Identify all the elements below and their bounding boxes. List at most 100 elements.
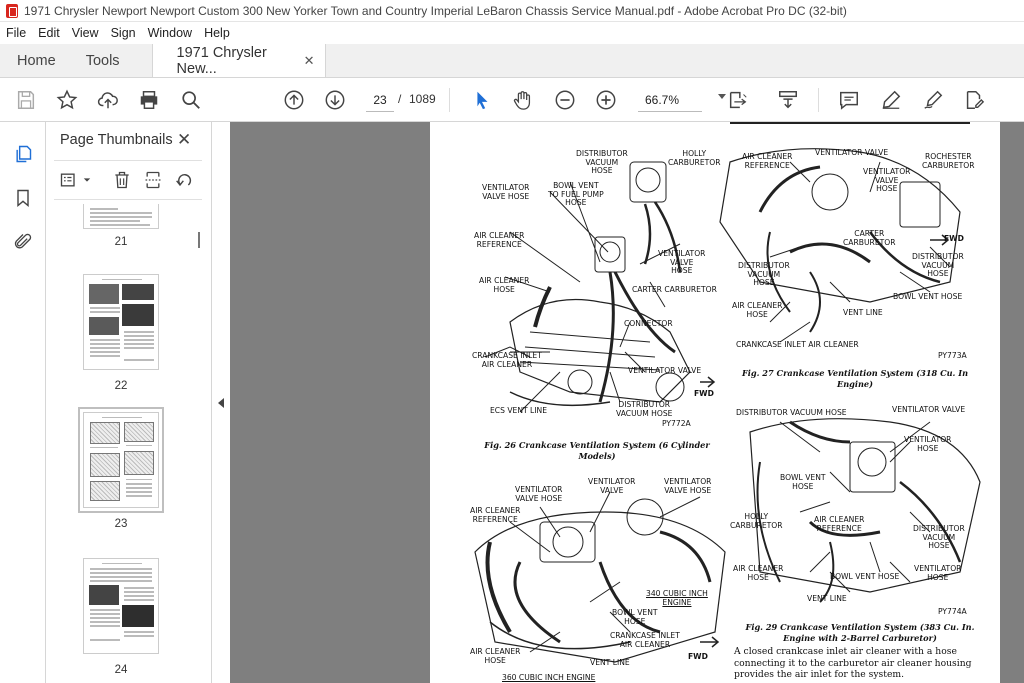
label-fig28-ventilator-valve-hose-right: VENTILATOR VALVE HOSE — [664, 477, 712, 495]
tab-home[interactable]: Home — [0, 44, 70, 77]
document-page: DISTRIBUTOR VACUUM HOSE HOLLY CARBURETOR… — [430, 122, 1000, 683]
label-fig27-fwd: FWD — [944, 234, 964, 243]
thumbnail-options-icon[interactable] — [58, 169, 80, 191]
thumbnail-list: 21 22 23 24 — [46, 204, 212, 683]
label-ventilator-valve-hose: VENTILATOR VALVE HOSE — [482, 183, 530, 201]
save-icon[interactable] — [14, 88, 38, 112]
label-fig26-code: PY772A — [662, 419, 691, 428]
menu-help[interactable]: Help — [198, 26, 236, 40]
thumbnail-label-23: 23 — [114, 518, 128, 530]
panel-title: Page Thumbnails — [60, 132, 173, 148]
label-fig28-ventilator-valve: VENTILATOR VALVE — [588, 477, 636, 495]
engine-diagrams — [474, 148, 981, 663]
label-ventilator-valve-hose-right: VENTILATOR VALVE HOSE — [658, 249, 706, 275]
thumbnail-page-22[interactable] — [83, 274, 159, 370]
tab-document[interactable]: 1971 Chrysler New... ✕ — [151, 44, 326, 77]
caption-fig26: Fig. 26 Crankcase Ventilation System (6 … — [484, 440, 710, 461]
sign-icon[interactable] — [921, 88, 945, 112]
main-toolbar: 23 / 1089 66.7% — [0, 78, 1024, 122]
toolbar-divider — [449, 88, 450, 112]
page-separator: / — [398, 92, 402, 106]
label-holly-carburetor: HOLLY CARBURETOR — [668, 149, 721, 167]
document-viewer[interactable]: DISTRIBUTOR VACUUM HOSE HOLLY CARBURETOR… — [230, 122, 1024, 683]
fill-sign-icon[interactable] — [962, 88, 986, 112]
page-thumbnails-icon[interactable] — [11, 142, 35, 166]
bookmarks-icon[interactable] — [11, 186, 35, 210]
label-fig29-holly-carburetor: HOLLY CARBURETOR — [730, 512, 783, 530]
label-fig28-air-cleaner-hose: AIR CLEANER HOSE — [470, 647, 521, 665]
find-zoom-icon[interactable] — [179, 88, 203, 112]
bookmark-star-icon[interactable] — [55, 88, 79, 112]
label-fig29-code: PY774A — [938, 607, 967, 616]
body-paragraph: A closed crankcase inlet air cleaner wit… — [734, 646, 972, 680]
thumbnail-label-21: 21 — [114, 236, 128, 248]
delete-trash-icon[interactable] — [111, 169, 133, 191]
label-fig29-distributor-vacuum-hose: DISTRIBUTOR VACUUM HOSE — [736, 408, 847, 417]
extract-pages-icon[interactable] — [142, 169, 164, 191]
label-fig27-distributor-vacuum-hose-left: DISTRIBUTOR VACUUM HOSE — [738, 261, 790, 287]
label-fig27-rochester-carburetor: ROCHESTER CARBURETOR — [922, 152, 975, 170]
zoom-in-icon[interactable] — [594, 88, 618, 112]
print-icon[interactable] — [137, 88, 161, 112]
caption-fig29: Fig. 29 Crankcase Ventilation System (38… — [745, 622, 975, 643]
label-fig27-code: PY773A — [938, 351, 967, 360]
highlight-pen-icon[interactable] — [879, 88, 903, 112]
thumbnail-page-21[interactable] — [83, 204, 159, 229]
close-tab-icon[interactable]: ✕ — [304, 53, 315, 69]
label-distributor-vacuum-hose-bottom: DISTRIBUTOR VACUUM HOSE — [616, 400, 673, 418]
menu-sign[interactable]: Sign — [105, 26, 142, 40]
comment-icon[interactable] — [837, 88, 861, 112]
menu-window[interactable]: Window — [142, 26, 198, 40]
upload-cloud-icon[interactable] — [96, 88, 120, 112]
collapse-arrow-icon — [218, 398, 224, 408]
label-fig29-air-cleaner-hose: AIR CLEANER HOSE — [733, 564, 784, 582]
label-fig28-bowl-vent-hose: BOWL VENT HOSE — [612, 608, 658, 626]
next-page-icon[interactable] — [323, 88, 347, 112]
thumbnail-label-22: 22 — [114, 380, 128, 392]
label-fig27-ventilator-valve-hose: VENTILATOR VALVE HOSE — [863, 167, 911, 193]
label-air-cleaner-hose: AIR CLEANER HOSE — [479, 276, 530, 294]
label-fig27-air-cleaner-reference: AIR CLEANER REFERENCE — [742, 152, 793, 170]
panel-collapse-handle[interactable] — [212, 122, 230, 683]
label-fwd: FWD — [694, 389, 714, 398]
thumbnail-options-chevron-down-icon[interactable] — [82, 169, 92, 191]
window-title: 1971 Chrysler Newport Newport Custom 300… — [24, 3, 847, 18]
close-panel-icon[interactable]: ✕ — [177, 130, 191, 150]
label-carter-carburetor: CARTER CARBURETOR — [632, 285, 717, 294]
caption-fig27: Fig. 27 Crankcase Ventilation System (31… — [741, 368, 969, 389]
menu-edit[interactable]: Edit — [32, 26, 66, 40]
tab-tools[interactable]: Tools — [70, 44, 134, 77]
thumbnail-page-24[interactable] — [83, 558, 159, 654]
toolbar-divider-2 — [818, 88, 819, 112]
acrobat-icon — [6, 3, 18, 18]
attachments-paperclip-icon[interactable] — [11, 230, 35, 254]
zoom-level-field[interactable]: 66.7% — [638, 88, 702, 112]
label-fig27-distributor-vacuum-hose-right: DISTRIBUTOR VACUUM HOSE — [912, 252, 964, 278]
label-fig28-360-engine: 360 CUBIC INCH ENGINE — [502, 673, 596, 682]
thumbnail-scrollbar[interactable] — [198, 232, 200, 248]
label-fig28-vent-line: VENT LINE — [590, 658, 630, 667]
hand-tool-icon[interactable] — [511, 88, 535, 112]
tab-document-label: 1971 Chrysler New... — [176, 44, 267, 77]
page-number-input[interactable]: 23 — [366, 88, 394, 112]
page-display-icon[interactable] — [726, 88, 750, 112]
menu-file[interactable]: File — [0, 26, 32, 40]
page-thumbnails-panel: Page Thumbnails ✕ 21 22 23 24 — [46, 122, 212, 683]
navigation-rail — [0, 122, 46, 683]
label-fig27-vent-line: VENT LINE — [843, 308, 883, 317]
rotate-page-icon[interactable] — [174, 169, 196, 191]
label-fig29-ventilator-hose: VENTILATOR HOSE — [904, 435, 952, 453]
scroll-mode-icon[interactable] — [776, 88, 800, 112]
zoom-dropdown-chevron-down-icon[interactable] — [718, 94, 726, 99]
previous-page-icon[interactable] — [282, 88, 306, 112]
label-ecs-vent-line: ECS VENT LINE — [490, 406, 548, 415]
label-distributor-vacuum-hose: DISTRIBUTOR VACUUM HOSE — [576, 149, 628, 175]
thumbnail-page-23[interactable] — [78, 407, 164, 513]
tab-bar: Home Tools 1971 Chrysler New... ✕ — [0, 44, 1024, 78]
label-fig28-air-cleaner-reference: AIR CLEANER REFERENCE — [470, 506, 521, 524]
window-title-bar: 1971 Chrysler Newport Newport Custom 300… — [0, 0, 1024, 22]
select-cursor-icon[interactable] — [470, 88, 494, 112]
label-ventilator-valve: VENTILATOR VALVE — [628, 366, 702, 375]
menu-view[interactable]: View — [66, 26, 105, 40]
zoom-out-icon[interactable] — [553, 88, 577, 112]
